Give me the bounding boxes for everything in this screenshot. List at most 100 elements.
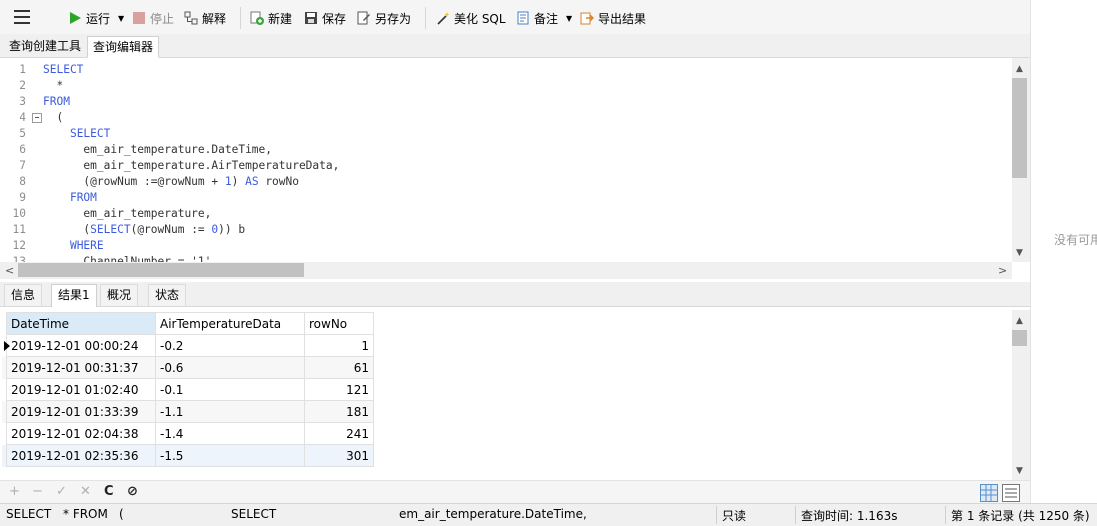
tab-info[interactable]: 信息 — [4, 284, 43, 306]
cell-airtemperaturedata[interactable]: -1.1 — [155, 400, 305, 423]
scroll-up-icon[interactable]: ▲ — [1016, 64, 1023, 74]
scroll-right-icon[interactable]: > — [998, 264, 1007, 277]
note-button[interactable]: 备注 ▼ — [516, 8, 572, 28]
cell-datetime[interactable]: 2019-12-01 01:33:39 — [6, 400, 156, 423]
editor-vertical-scrollbar[interactable]: ▲ ▼ — [1012, 58, 1030, 262]
column-header-airtemperaturedata[interactable]: AirTemperatureData — [155, 312, 305, 335]
table-row[interactable]: 2019-12-01 01:02:40 -0.1 121 — [2, 378, 374, 401]
beautify-sql-button[interactable]: 美化 SQL — [436, 8, 506, 28]
line-number: 11 — [12, 223, 26, 236]
line-number: 10 — [12, 207, 26, 220]
sql-text: (@rowNum :=@rowNum + — [43, 175, 225, 188]
cell-datetime[interactable]: 2019-12-01 00:00:24 — [6, 334, 156, 357]
line-number: 7 — [19, 159, 26, 172]
tab-status[interactable]: 状态 — [148, 284, 187, 306]
cell-datetime[interactable]: 2019-12-01 02:04:38 — [6, 422, 156, 445]
scroll-down-icon[interactable]: ▼ — [1016, 466, 1023, 476]
line-number: 2 — [19, 79, 26, 92]
result-grid[interactable]: DateTime AirTemperatureData rowNo 2019-1… — [0, 310, 1012, 480]
status-separator — [945, 506, 946, 524]
save-as-button[interactable]: 另存为 — [357, 8, 411, 28]
scroll-thumb[interactable] — [1012, 330, 1027, 346]
row-indicator — [2, 357, 7, 379]
scroll-up-icon[interactable]: ▲ — [1016, 316, 1023, 326]
cell-airtemperaturedata[interactable]: -0.1 — [155, 378, 305, 401]
export-results-label: 导出结果 — [598, 11, 647, 26]
column-header-datetime[interactable]: DateTime — [6, 312, 156, 335]
refresh-icon[interactable]: C — [104, 484, 114, 499]
cell-datetime[interactable]: 2019-12-01 00:31:37 — [6, 356, 156, 379]
save-button[interactable]: 保存 — [304, 8, 346, 28]
table-row[interactable]: 2019-12-01 02:35:36 -1.5 301 — [2, 444, 374, 467]
cell-datetime[interactable]: 2019-12-01 02:35:36 — [6, 444, 156, 467]
grid-vertical-scrollbar[interactable]: ▲ ▼ — [1012, 310, 1030, 480]
run-dropdown-icon[interactable]: ▼ — [118, 14, 124, 23]
explain-button[interactable]: 解释 — [184, 8, 226, 28]
note-label: 备注 — [534, 11, 559, 26]
export-icon — [580, 11, 594, 25]
code-text: ( — [43, 110, 63, 126]
toolbar: 运行 ▼ 停止 解释 新建 保存 另存为 美化 SQL 备注 ▼ 导出结果 — [0, 0, 1030, 35]
sql-text: rowNo — [258, 175, 299, 188]
scroll-down-icon[interactable]: ▼ — [1016, 248, 1023, 258]
new-button[interactable]: 新建 — [250, 8, 292, 28]
status-separator — [795, 506, 796, 524]
sql-text: ( — [43, 223, 91, 236]
table-row[interactable]: 2019-12-01 01:33:39 -1.1 181 — [2, 400, 374, 423]
cell-rowno[interactable]: 121 — [304, 378, 374, 401]
explain-label: 解释 — [202, 11, 227, 26]
table-row[interactable]: 2019-12-01 00:00:24 -0.2 1 — [2, 334, 374, 357]
cell-airtemperaturedata[interactable]: -1.4 — [155, 422, 305, 445]
status-separator — [716, 506, 717, 524]
tab-query-builder[interactable]: 查询创建工具 — [4, 36, 86, 56]
run-button[interactable]: 运行 ▼ — [68, 8, 124, 28]
form-view-icon[interactable] — [1002, 484, 1020, 502]
sql-editor[interactable]: 1 SELECT 2 * 3 FROM 4 (5 SELECT 6 em_air_tempe… — [0, 58, 1012, 262]
note-dropdown-icon[interactable]: ▼ — [566, 14, 572, 23]
cell-rowno[interactable]: 1 — [304, 334, 374, 357]
current-row-indicator — [2, 335, 10, 357]
stop-button[interactable]: 停止 — [132, 8, 174, 28]
sql-text: )) b — [218, 223, 246, 236]
grid-view-icon[interactable] — [980, 484, 998, 502]
sql-keyword: WHERE — [69, 239, 104, 252]
info-pane-message: 没有可用 — [1054, 233, 1097, 247]
stop-loading-icon[interactable]: ⊘ — [127, 484, 138, 499]
code-text: (SELECT(@rowNum := 0)) b — [43, 222, 245, 238]
cell-datetime[interactable]: 2019-12-01 01:02:40 — [6, 378, 156, 401]
editor-horizontal-scrollbar[interactable]: < > — [0, 262, 1012, 279]
table-row[interactable]: 2019-12-01 02:04:38 -1.4 241 — [2, 422, 374, 445]
delete-record-icon[interactable]: − — [32, 484, 43, 499]
fold-toggle-icon[interactable] — [32, 113, 42, 123]
menu-icon[interactable] — [14, 10, 30, 24]
scroll-thumb[interactable] — [18, 263, 304, 277]
status-readonly: 只读 — [722, 509, 747, 523]
save-as-icon — [357, 11, 371, 25]
status-sql-fragment: SELECT — [231, 507, 277, 521]
line-number: 6 — [19, 143, 26, 156]
tab-result-1[interactable]: 结果1 — [51, 284, 97, 307]
toolbar-separator — [240, 7, 241, 29]
export-results-button[interactable]: 导出结果 — [580, 8, 646, 28]
scroll-left-icon[interactable]: < — [5, 264, 14, 277]
tab-query-editor[interactable]: 查询编辑器 — [87, 36, 160, 58]
cell-rowno[interactable]: 301 — [304, 444, 374, 467]
table-row[interactable]: 2019-12-01 00:31:37 -0.6 61 — [2, 356, 374, 379]
cell-rowno[interactable]: 241 — [304, 422, 374, 445]
code-text: em_air_temperature.AirTemperatureData, — [43, 158, 339, 174]
add-record-icon[interactable]: + — [9, 484, 20, 499]
cell-rowno[interactable]: 61 — [304, 356, 374, 379]
status-record-count: 第 1 条记录 (共 1250 条) — [951, 509, 1090, 523]
column-header-rowno[interactable]: rowNo — [304, 312, 374, 335]
cell-airtemperaturedata[interactable]: -1.5 — [155, 444, 305, 467]
discard-changes-icon[interactable]: ✕ — [80, 484, 91, 499]
cell-rowno[interactable]: 181 — [304, 400, 374, 423]
beautify-sql-label: 美化 SQL — [454, 11, 506, 26]
status-query-time: 查询时间: 1.163s — [801, 509, 898, 523]
code-text: WHERE — [43, 238, 104, 254]
cell-airtemperaturedata[interactable]: -0.2 — [155, 334, 305, 357]
tab-profile[interactable]: 概况 — [100, 284, 139, 306]
apply-changes-icon[interactable]: ✓ — [56, 484, 67, 499]
scroll-thumb[interactable] — [1012, 78, 1027, 178]
cell-airtemperaturedata[interactable]: -0.6 — [155, 356, 305, 379]
